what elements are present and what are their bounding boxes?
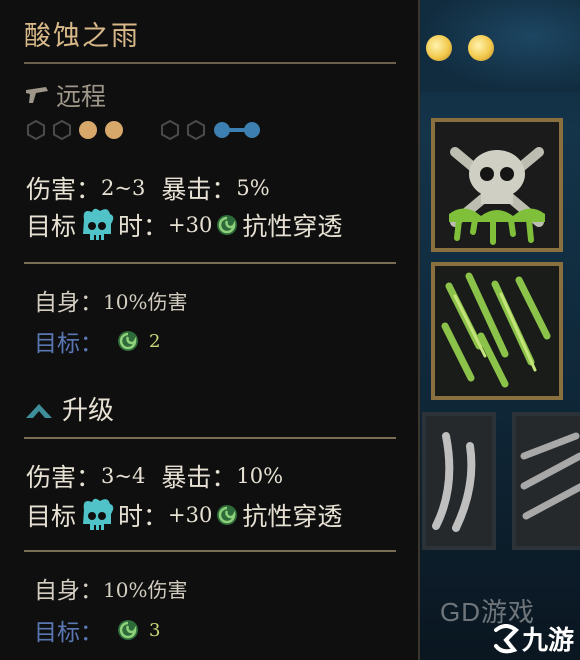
crit-value: 10% xyxy=(236,464,284,488)
rank-pip-filled-icon xyxy=(105,121,123,139)
target-pip-empty-icon xyxy=(161,120,179,140)
target-suffix: 时： xyxy=(118,502,169,531)
skill-title: 酸蚀之雨 xyxy=(24,21,140,52)
self-value: 10%伤害 xyxy=(103,577,188,602)
bonus-value: +30 xyxy=(168,213,213,237)
position-pips xyxy=(26,120,264,140)
blight-swirl-icon xyxy=(118,620,138,640)
blight-stack-count: 3 xyxy=(149,619,161,641)
damage-label: 伤害： xyxy=(26,175,102,204)
blighted-skull-icon xyxy=(83,498,114,530)
target-prefix: 目标 xyxy=(26,502,77,531)
base-self-effect: 自身： 10%伤害 xyxy=(34,283,187,317)
crit-label: 暴击： xyxy=(161,463,237,492)
light-orb-icon xyxy=(468,35,494,61)
upgrade-target-effect: 目标： 3 xyxy=(34,613,160,647)
self-value: 10%伤害 xyxy=(103,289,188,314)
skill-slot-locked-2[interactable] xyxy=(512,412,580,550)
crit-label: 暴击： xyxy=(161,175,237,204)
light-orb-icon xyxy=(426,35,452,61)
skill-category: 远程 xyxy=(24,77,106,113)
crit-value: 5% xyxy=(236,176,270,200)
slash-icon xyxy=(516,416,580,546)
logo-mark-icon xyxy=(494,623,519,653)
base-target-effect: 目标： 2 xyxy=(34,324,160,358)
blight-swirl-icon xyxy=(217,215,238,235)
target-prefix: 目标 xyxy=(26,212,77,241)
upgrade-heading: 升级 xyxy=(24,390,114,427)
target-label: 目标： xyxy=(34,620,103,646)
target-label: 目标： xyxy=(34,331,103,357)
bonus-value: +30 xyxy=(168,503,213,527)
skill-slot-acid-rain[interactable] xyxy=(431,262,563,400)
upgrade-label: 升级 xyxy=(62,396,115,426)
acid-rain-icon xyxy=(435,266,559,396)
base-damage-row: 伤害： 2~3 暴击： 5% xyxy=(26,170,270,206)
pistol-icon xyxy=(26,87,48,103)
blighted-skull-icon xyxy=(83,208,114,240)
self-label: 自身： xyxy=(34,290,103,316)
rank-pip-empty-icon xyxy=(53,120,71,140)
target-suffix: 时： xyxy=(118,212,169,241)
logo-text: 九游 xyxy=(522,625,575,655)
upgrade-arrow-icon xyxy=(26,403,52,418)
skill-slot-locked-1[interactable] xyxy=(422,412,496,550)
blight-swirl-icon xyxy=(118,331,138,351)
skill-slot-acid-skull[interactable] xyxy=(431,118,563,252)
target-pip-linked-icon xyxy=(214,122,260,138)
damage-value: 3~4 xyxy=(101,464,146,488)
upgrade-bonus-row: 目标 时： +30 抗性穿透 xyxy=(26,496,342,534)
rank-pip-filled-icon xyxy=(79,121,97,139)
damage-label: 伤害： xyxy=(26,463,102,492)
section-divider xyxy=(24,550,396,552)
section-divider xyxy=(24,262,396,264)
bonus-label: 抗性穿透 xyxy=(242,502,343,531)
blight-stack-count: 2 xyxy=(149,330,161,352)
upgrade-self-effect: 自身： 10%伤害 xyxy=(34,571,187,605)
base-bonus-row: 目标 时： +30 抗性穿透 xyxy=(26,206,342,244)
skill-tooltip-panel: 酸蚀之雨 远程 伤害： 2~3 暴击： 5% 目标 时： +30 抗性穿透 自身… xyxy=(0,0,420,660)
upgrade-divider xyxy=(24,437,396,439)
acid-skull-icon xyxy=(435,122,559,248)
upgrade-damage-row: 伤害： 3~4 暴击： 10% xyxy=(26,458,283,494)
damage-value: 2~3 xyxy=(101,176,146,200)
blight-swirl-icon xyxy=(217,505,238,525)
site-logo: 九游 xyxy=(492,620,574,657)
title-divider xyxy=(24,62,396,64)
bonus-label: 抗性穿透 xyxy=(242,212,343,241)
target-pip-empty-icon xyxy=(187,120,205,140)
rank-pip-empty-icon xyxy=(27,120,45,140)
claw-icon xyxy=(426,416,492,546)
self-label: 自身： xyxy=(34,578,103,604)
category-label: 远程 xyxy=(56,82,107,111)
